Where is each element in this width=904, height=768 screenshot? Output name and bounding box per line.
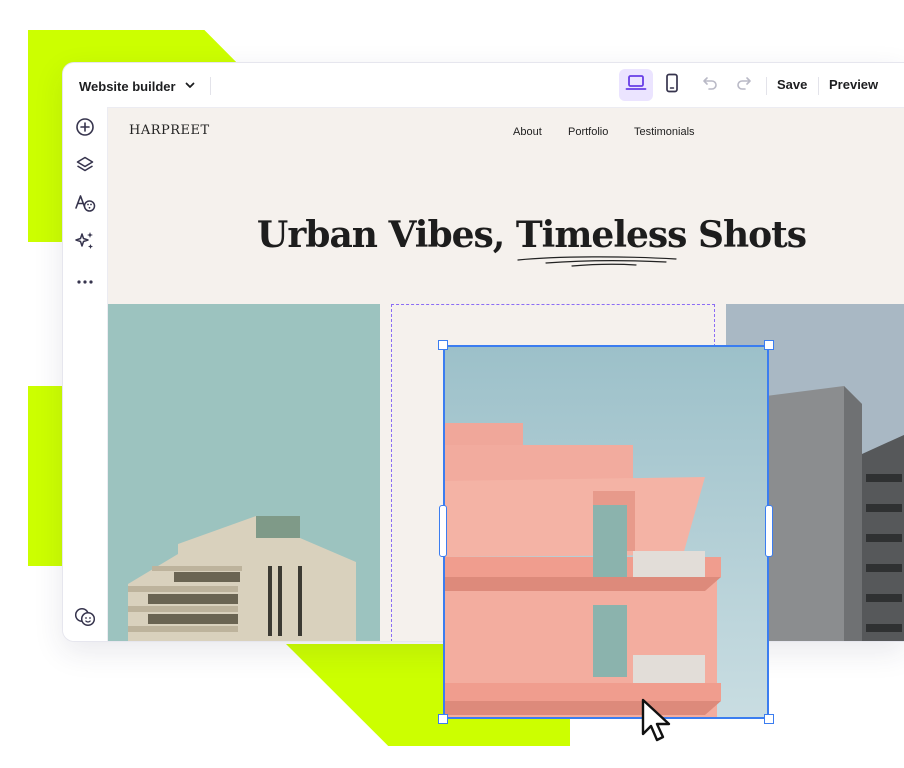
site-nav-testimonials[interactable]: Testimonials — [634, 126, 695, 138]
more-button[interactable] — [73, 269, 97, 293]
scribble-underline-icon — [517, 256, 677, 267]
resize-handle-top-left[interactable] — [438, 340, 448, 350]
mobile-icon — [665, 73, 679, 98]
ai-sparkle-icon — [74, 230, 96, 257]
top-toolbar: Website builder Save Preview — [63, 63, 904, 108]
hero-title-part2: Shots — [686, 214, 807, 256]
add-icon — [75, 117, 95, 142]
undo-icon — [702, 76, 718, 95]
layers-button[interactable] — [73, 155, 97, 179]
toolbar-divider — [818, 77, 819, 95]
hero-title-underlined-text: Timeless — [515, 214, 688, 256]
face-icon — [74, 607, 96, 632]
styles-button[interactable] — [73, 193, 97, 217]
preview-button[interactable]: Preview — [829, 77, 878, 92]
laptop-icon — [625, 74, 647, 97]
save-button[interactable]: Save — [777, 77, 807, 92]
resize-handle-top-right[interactable] — [764, 340, 774, 350]
undo-button[interactable] — [693, 69, 727, 101]
resize-handle-bottom-right[interactable] — [764, 714, 774, 724]
hero-title-underlined-word: Timeless — [515, 214, 688, 267]
site-nav-about[interactable]: About — [513, 126, 542, 138]
resize-handle-left[interactable] — [439, 505, 447, 557]
mobile-view-button[interactable] — [655, 69, 689, 101]
ai-tools-button[interactable] — [73, 231, 97, 255]
help-button[interactable] — [73, 607, 97, 631]
site-nav-portfolio[interactable]: Portfolio — [568, 126, 608, 138]
redo-button[interactable] — [727, 69, 761, 101]
left-sidebar — [63, 107, 108, 641]
redo-icon — [736, 76, 752, 95]
builder-label: Website builder — [79, 78, 176, 94]
typography-palette-icon — [74, 193, 96, 218]
hero-title[interactable]: Urban Vibes, Timeless Shots — [108, 214, 904, 267]
site-logo[interactable]: HARPREET — [129, 123, 210, 138]
layers-icon — [75, 155, 95, 180]
resize-handle-bottom-left[interactable] — [438, 714, 448, 724]
more-icon — [76, 272, 94, 290]
website-builder-dropdown[interactable]: Website builder — [79, 75, 196, 97]
chevron-down-icon — [184, 79, 196, 94]
desktop-view-button[interactable] — [619, 69, 653, 101]
gallery-image-left[interactable] — [108, 304, 380, 641]
resize-handle-right[interactable] — [765, 505, 773, 557]
toolbar-divider — [210, 77, 211, 95]
toolbar-divider — [766, 77, 767, 95]
add-element-button[interactable] — [73, 117, 97, 141]
mouse-pointer-icon — [641, 698, 671, 742]
dragged-image-pink-building[interactable] — [443, 345, 769, 719]
hero-title-part1: Urban Vibes, — [256, 214, 516, 256]
